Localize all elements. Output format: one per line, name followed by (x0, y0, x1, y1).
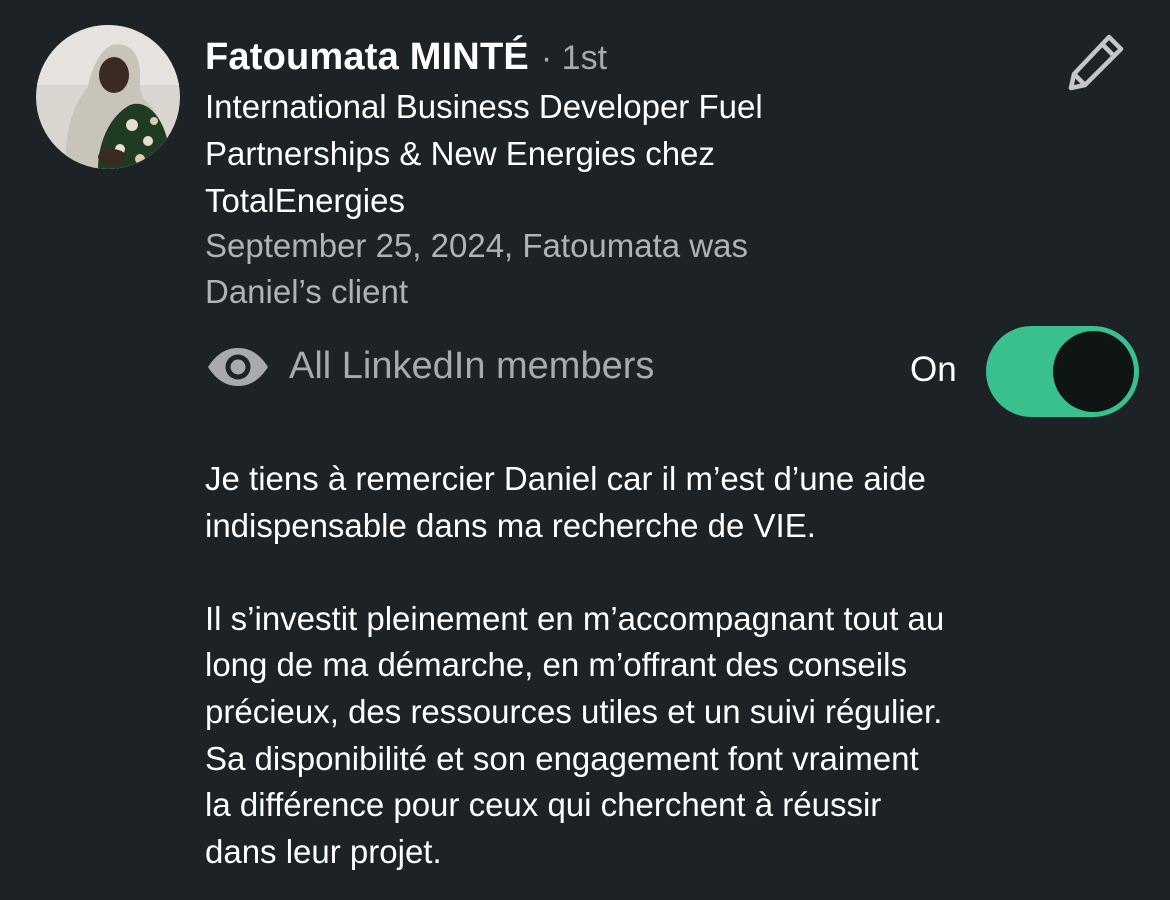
meta-line: Daniel’s client (205, 273, 408, 310)
toggle-state-label: On (910, 350, 957, 389)
text-line: Sa disponibilité et son engagement font … (205, 739, 919, 777)
recommendation-paragraph: Il s’investit pleinement en m’accompagna… (205, 596, 1145, 876)
text-line: long de ma démarche, en m’offrant des co… (205, 646, 907, 684)
profile-photo-icon (36, 25, 180, 169)
edit-button[interactable] (1062, 30, 1130, 94)
headline-line: International Business Developer Fuel (205, 88, 763, 125)
headline-line: TotalEnergies (205, 182, 405, 219)
meta-line: September 25, 2024, Fatoumata was (205, 227, 748, 264)
connection-degree: · 1st (540, 39, 608, 77)
text-line: dans leur projet. (205, 832, 442, 870)
text-line: Il s’investit pleinement en m’accompagna… (205, 599, 945, 637)
eye-icon (208, 347, 268, 386)
text-line: précieux, des ressources utiles et un su… (205, 692, 943, 730)
profile-name[interactable]: Fatoumata MINTÉ (205, 36, 529, 79)
visibility-label: All LinkedIn members (289, 345, 655, 387)
headline-line: Partnerships & New Energies chez (205, 135, 715, 172)
visibility-toggle[interactable] (986, 326, 1139, 417)
recommendation-text: Je tiens à remercier Daniel car il m’est… (205, 456, 1145, 875)
text-line: Je tiens à remercier Daniel car il m’est… (205, 460, 926, 497)
avatar[interactable] (36, 25, 180, 169)
toggle-knob (1053, 331, 1134, 412)
recommendation-header: Fatoumata MINTÉ · 1st International Busi… (205, 36, 1035, 315)
recommendation-paragraph: Je tiens à remercier Daniel car il m’est… (205, 456, 1145, 549)
text-line: indispensable dans ma recherche de VIE. (205, 506, 816, 544)
pencil-icon (1068, 34, 1124, 91)
visibility-setting[interactable]: All LinkedIn members (205, 345, 654, 388)
name-line: Fatoumata MINTÉ · 1st (205, 36, 1035, 84)
profile-headline: International Business Developer Fuel Pa… (205, 83, 1035, 224)
text-line: la différence pour ceux qui cherchent à … (205, 786, 882, 824)
recommendation-meta: September 25, 2024, Fatoumata was Daniel… (205, 223, 1035, 315)
